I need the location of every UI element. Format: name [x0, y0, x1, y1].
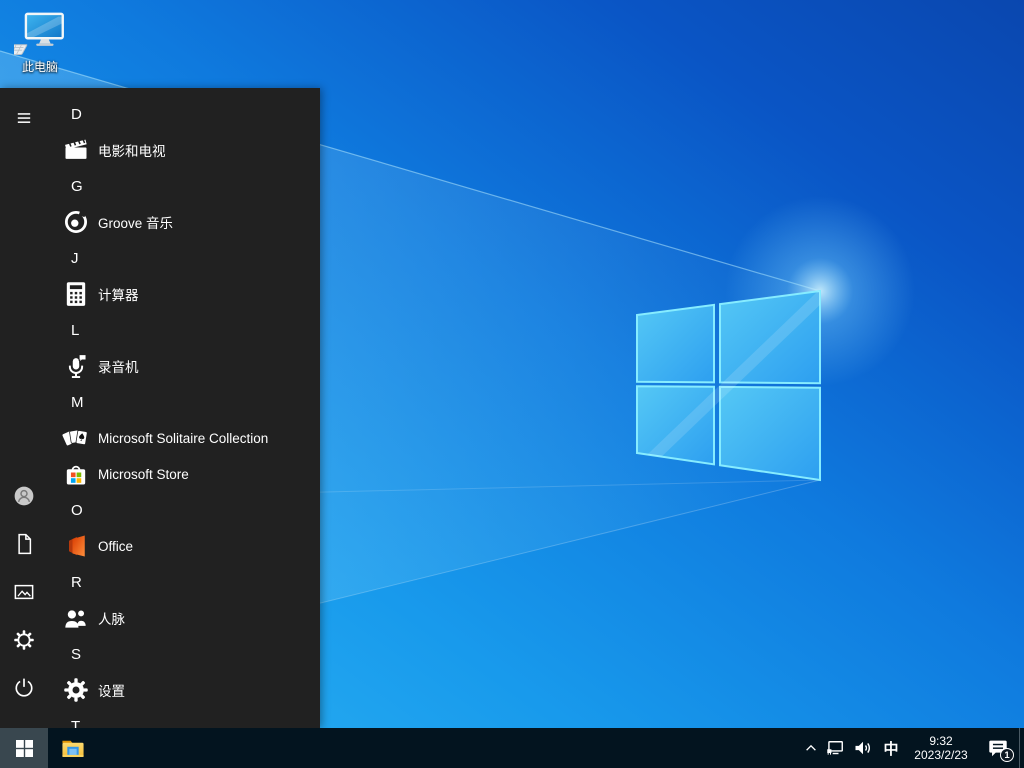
- app-item-movies[interactable]: 电影和电视: [48, 132, 320, 168]
- start-menu: D 电影和电视 G Groove 音乐 J 计算器 L 录音机 M Micros…: [0, 88, 320, 728]
- user-account-button[interactable]: [0, 472, 48, 520]
- section-letter: G: [71, 178, 83, 195]
- pictures-button[interactable]: [0, 568, 48, 616]
- pictures-icon: [12, 580, 36, 604]
- section-letter: R: [71, 574, 82, 591]
- app-icon: [62, 604, 90, 632]
- gear-icon: [12, 628, 36, 652]
- show-hidden-icons-button[interactable]: [799, 728, 823, 768]
- clock-date: 2023/2/23: [914, 748, 967, 762]
- app-label: 录音机: [98, 356, 139, 376]
- this-pc-icon: [14, 12, 66, 58]
- desktop: 此电脑: [0, 0, 1024, 768]
- app-icon: [62, 676, 90, 704]
- section-header-J[interactable]: J: [48, 240, 320, 276]
- app-icon: [62, 280, 90, 308]
- app-label: Microsoft Solitaire Collection: [98, 431, 268, 446]
- app-item-recorder[interactable]: 录音机: [48, 348, 320, 384]
- section-letter: D: [71, 106, 82, 123]
- taskbar: 中 9:32 2023/2/23 1: [0, 728, 1024, 768]
- section-letter: M: [71, 394, 84, 411]
- document-icon: [12, 532, 36, 556]
- network-icon: [826, 738, 846, 758]
- section-header-L[interactable]: L: [48, 312, 320, 348]
- hamburger-icon: [13, 107, 35, 129]
- volume-tray-button[interactable]: [849, 728, 877, 768]
- app-item-people[interactable]: 人脉: [48, 600, 320, 636]
- action-center-button[interactable]: 1: [977, 728, 1019, 768]
- app-icon: [62, 424, 90, 452]
- section-header-D[interactable]: D: [48, 96, 320, 132]
- show-desktop-button[interactable]: [1019, 728, 1024, 768]
- start-app-list: D 电影和电视 G Groove 音乐 J 计算器 L 录音机 M Micros…: [48, 96, 320, 728]
- app-label: 人脉: [98, 608, 125, 628]
- section-header-M[interactable]: M: [48, 384, 320, 420]
- section-letter: S: [71, 646, 81, 663]
- section-letter: T: [71, 718, 80, 729]
- app-icon: [62, 532, 90, 560]
- expand-menu-button[interactable]: [0, 94, 48, 142]
- clock[interactable]: 9:32 2023/2/23: [905, 728, 977, 768]
- settings-button[interactable]: [0, 616, 48, 664]
- app-label: Groove 音乐: [98, 212, 173, 232]
- power-icon: [12, 676, 36, 700]
- app-item-calculator[interactable]: 计算器: [48, 276, 320, 312]
- folder-icon: [60, 735, 86, 761]
- section-letter: J: [71, 250, 79, 267]
- desktop-icon-label: 此电脑: [22, 60, 58, 74]
- app-icon: [62, 136, 90, 164]
- app-item-office[interactable]: Office: [48, 528, 320, 564]
- app-icon: [62, 460, 90, 488]
- app-label: 电影和电视: [98, 140, 166, 160]
- network-tray-button[interactable]: [823, 728, 849, 768]
- power-button[interactable]: [0, 664, 48, 712]
- app-label: 设置: [98, 680, 125, 700]
- file-explorer-button[interactable]: [48, 728, 98, 768]
- windows-logo-icon: [16, 740, 33, 757]
- app-item-store[interactable]: Microsoft Store: [48, 456, 320, 492]
- desktop-icon-this-pc[interactable]: 此电脑: [8, 12, 72, 74]
- section-header-G[interactable]: G: [48, 168, 320, 204]
- start-menu-rail: [0, 88, 48, 728]
- clock-time: 9:32: [914, 734, 967, 748]
- section-header-O[interactable]: O: [48, 492, 320, 528]
- app-item-groove[interactable]: Groove 音乐: [48, 204, 320, 240]
- section-letter: L: [71, 322, 79, 339]
- notification-badge: 1: [1000, 748, 1014, 762]
- app-item-solitaire[interactable]: Microsoft Solitaire Collection: [48, 420, 320, 456]
- app-label: Microsoft Store: [98, 467, 189, 482]
- app-label: 计算器: [98, 284, 139, 304]
- app-label: Office: [98, 539, 133, 554]
- section-header-R[interactable]: R: [48, 564, 320, 600]
- user-avatar-icon: [12, 484, 36, 508]
- start-button[interactable]: [0, 728, 48, 768]
- section-header-T[interactable]: T: [48, 708, 320, 728]
- system-tray: 中 9:32 2023/2/23 1: [799, 728, 1024, 768]
- chevron-up-icon: [804, 741, 818, 755]
- section-letter: O: [71, 502, 83, 519]
- volume-icon: [853, 738, 873, 758]
- ime-indicator[interactable]: 中: [877, 728, 905, 768]
- app-item-settings[interactable]: 设置: [48, 672, 320, 708]
- section-header-S[interactable]: S: [48, 636, 320, 672]
- app-icon: [62, 352, 90, 380]
- app-icon: [62, 208, 90, 236]
- documents-button[interactable]: [0, 520, 48, 568]
